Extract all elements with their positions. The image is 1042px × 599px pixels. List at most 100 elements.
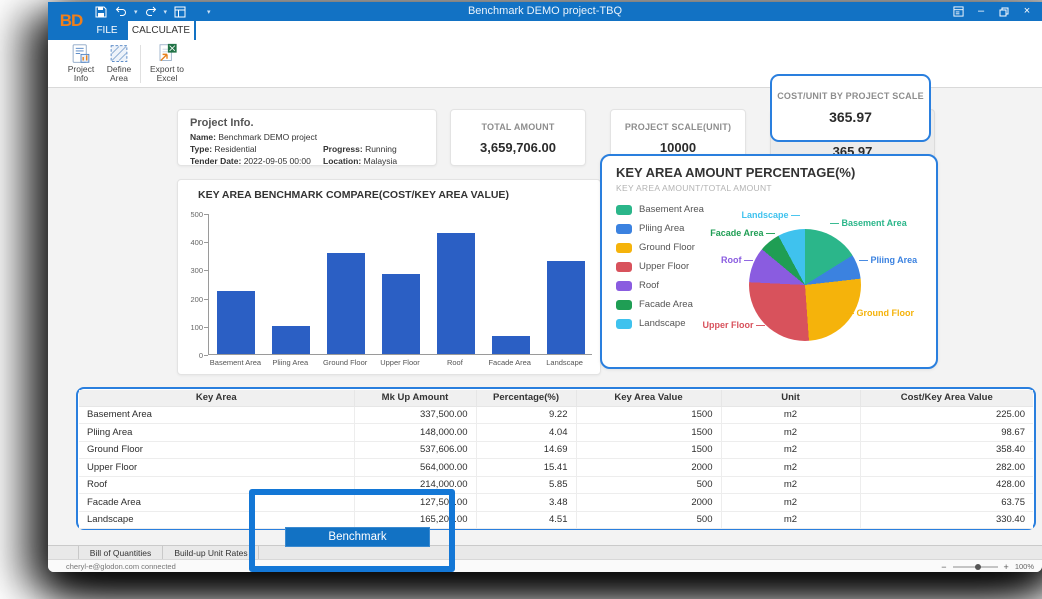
define-area-button[interactable]: Define Area (100, 43, 138, 86)
legend-item[interactable]: Roof (616, 276, 704, 295)
x-category-label: Basement Area (208, 358, 263, 367)
bar-x-labels: Basement AreaPliing AreaGround FloorUppe… (208, 358, 592, 367)
legend-item[interactable]: Pliing Area (616, 219, 704, 238)
y-tick-label: 400 (178, 238, 203, 247)
col-mk-up-amount[interactable]: Mk Up Amount (354, 390, 476, 406)
pie-slice-label: Roof — (721, 255, 753, 265)
project-scale-label: PROJECT SCALE(UNIT) (611, 122, 745, 132)
table-cell: 5.85 (476, 476, 576, 494)
restore-icon[interactable] (997, 7, 1011, 17)
bar-Upper Floor (382, 274, 420, 354)
total-amount-label: TOTAL AMOUNT (451, 122, 585, 132)
table-cell: 337,500.00 (354, 406, 476, 424)
tab-build-up-unit-rates[interactable]: Build-up Unit Rates (164, 546, 259, 560)
zoom-level: 100% (1015, 562, 1034, 571)
table-row[interactable]: Landscape165,200.004.51500m2330.40 (79, 511, 1033, 529)
define-area-icon (108, 43, 130, 64)
table-cell: 330.40 (860, 511, 1033, 529)
close-icon[interactable]: × (1020, 4, 1034, 19)
pie-chart (749, 229, 861, 341)
legend-item[interactable]: Facade Area (616, 295, 704, 314)
bar-Landscape (547, 261, 585, 354)
app-window: BD ▾ ▾ ▾ Benchmark DEMO project-TBQ – (48, 2, 1042, 572)
legend-item[interactable]: Landscape (616, 314, 704, 333)
zoom-out-icon[interactable]: − (941, 562, 946, 572)
col-key-area[interactable]: Key Area (79, 390, 354, 406)
legend-label: Basement Area (639, 204, 704, 215)
y-tick-label: 300 (178, 266, 203, 275)
zoom-slider[interactable] (953, 566, 998, 568)
export-to-excel-icon (156, 43, 178, 64)
pie-slice-label: — Pliing Area (859, 255, 917, 265)
dashboard-content: Project Info. Name: Benchmark DEMO proje… (48, 88, 1042, 545)
legend-label: Ground Floor (639, 242, 695, 253)
legend-item[interactable]: Basement Area (616, 200, 704, 219)
table-row[interactable]: Facade Area127,500.003.482000m263.75 (79, 494, 1033, 512)
undo-icon[interactable] (114, 6, 128, 18)
table-row[interactable]: Ground Floor537,606.0014.691500m2358.40 (79, 441, 1033, 459)
pie-slice-label: — Ground Floor (845, 308, 914, 318)
ribbon-options-icon[interactable] (951, 6, 965, 17)
project-location: Location: Malaysia (323, 156, 424, 166)
undo-dropdown-caret[interactable]: ▾ (134, 8, 138, 16)
legend-item[interactable]: Ground Floor (616, 238, 704, 257)
table-row[interactable]: Pliing Area148,000.004.041500m298.67 (79, 424, 1033, 442)
bar-Roof (437, 233, 475, 354)
ribbon-tab-row (48, 21, 1042, 40)
x-category-label: Ground Floor (318, 358, 373, 367)
project-tender-date: Tender Date: 2022-09-05 00:00 (190, 156, 323, 166)
table-cell: m2 (721, 424, 860, 442)
app-logo-icon: BD (56, 5, 86, 37)
table-row[interactable]: Upper Floor564,000.0015.412000m2282.00 (79, 459, 1033, 477)
zoom-in-icon[interactable]: + (1004, 562, 1009, 572)
table-row[interactable]: Basement Area337,500.009.221500m2225.00 (79, 406, 1033, 424)
tab-file[interactable]: FILE (86, 21, 128, 40)
legend-swatch (616, 319, 632, 329)
pie-slice-label: Upper Floor — (703, 320, 766, 330)
table-cell: Basement Area (79, 406, 354, 424)
pie-slice-label: Facade Area — (710, 228, 775, 238)
project-info-icon (70, 43, 92, 64)
save-icon[interactable] (94, 6, 108, 18)
table-cell: 2000 (576, 494, 721, 512)
table-row[interactable]: Roof214,000.005.85500m2428.00 (79, 476, 1033, 494)
table-cell: 4.04 (476, 424, 576, 442)
table-cell: 500 (576, 511, 721, 529)
benchmark-tab-button[interactable]: Benchmark (285, 527, 430, 547)
pie-slice-label: — Basement Area (830, 218, 907, 228)
pie-chart-title: KEY AREA AMOUNT PERCENTAGE(%) (616, 165, 855, 180)
total-amount-panel: TOTAL AMOUNT 3,659,706.00 (450, 109, 586, 166)
project-info-button[interactable]: Project Info (62, 43, 100, 86)
col-cost-key-area-value[interactable]: Cost/Key Area Value (860, 390, 1033, 406)
legend-swatch (616, 205, 632, 215)
export-to-excel-button[interactable]: Export to Excel (146, 43, 188, 86)
tab-calculate[interactable]: CALCULATE (128, 21, 194, 40)
project-info-title: Project Info. (190, 117, 424, 129)
project-info-panel: Project Info. Name: Benchmark DEMO proje… (177, 109, 437, 166)
table-cell: 148,000.00 (354, 424, 476, 442)
col-unit[interactable]: Unit (721, 390, 860, 406)
legend-item[interactable]: Upper Floor (616, 257, 704, 276)
redo-dropdown-caret[interactable]: ▾ (164, 8, 168, 16)
table-cell: 500 (576, 476, 721, 494)
redo-icon[interactable] (144, 6, 158, 18)
status-bar: cheryl-e@glodon.com connected − + 100% (48, 559, 1042, 572)
bottom-tab-bar: Bill of Quantities Build-up Unit Rates (48, 545, 1042, 559)
col-key-area-value[interactable]: Key Area Value (576, 390, 721, 406)
bar-Basement Area (217, 291, 255, 354)
col-percentage[interactable]: Percentage(%) (476, 390, 576, 406)
connection-status: cheryl-e@glodon.com connected (66, 562, 176, 571)
minimize-icon[interactable]: – (974, 4, 988, 19)
qat-customize-caret[interactable]: ▾ (207, 8, 211, 16)
table-cell: 358.40 (860, 441, 1033, 459)
table-cell: 428.00 (860, 476, 1033, 494)
table-cell: 564,000.00 (354, 459, 476, 477)
window-switch-icon[interactable] (173, 6, 187, 18)
tab-bill-of-quantities[interactable]: Bill of Quantities (78, 546, 163, 560)
project-type: Type: Residential (190, 144, 323, 154)
legend-label: Roof (639, 280, 659, 291)
legend-label: Landscape (639, 318, 685, 329)
table-cell: Upper Floor (79, 459, 354, 477)
total-amount-value: 3,659,706.00 (451, 140, 585, 155)
zoom-slider-knob[interactable] (975, 564, 981, 570)
